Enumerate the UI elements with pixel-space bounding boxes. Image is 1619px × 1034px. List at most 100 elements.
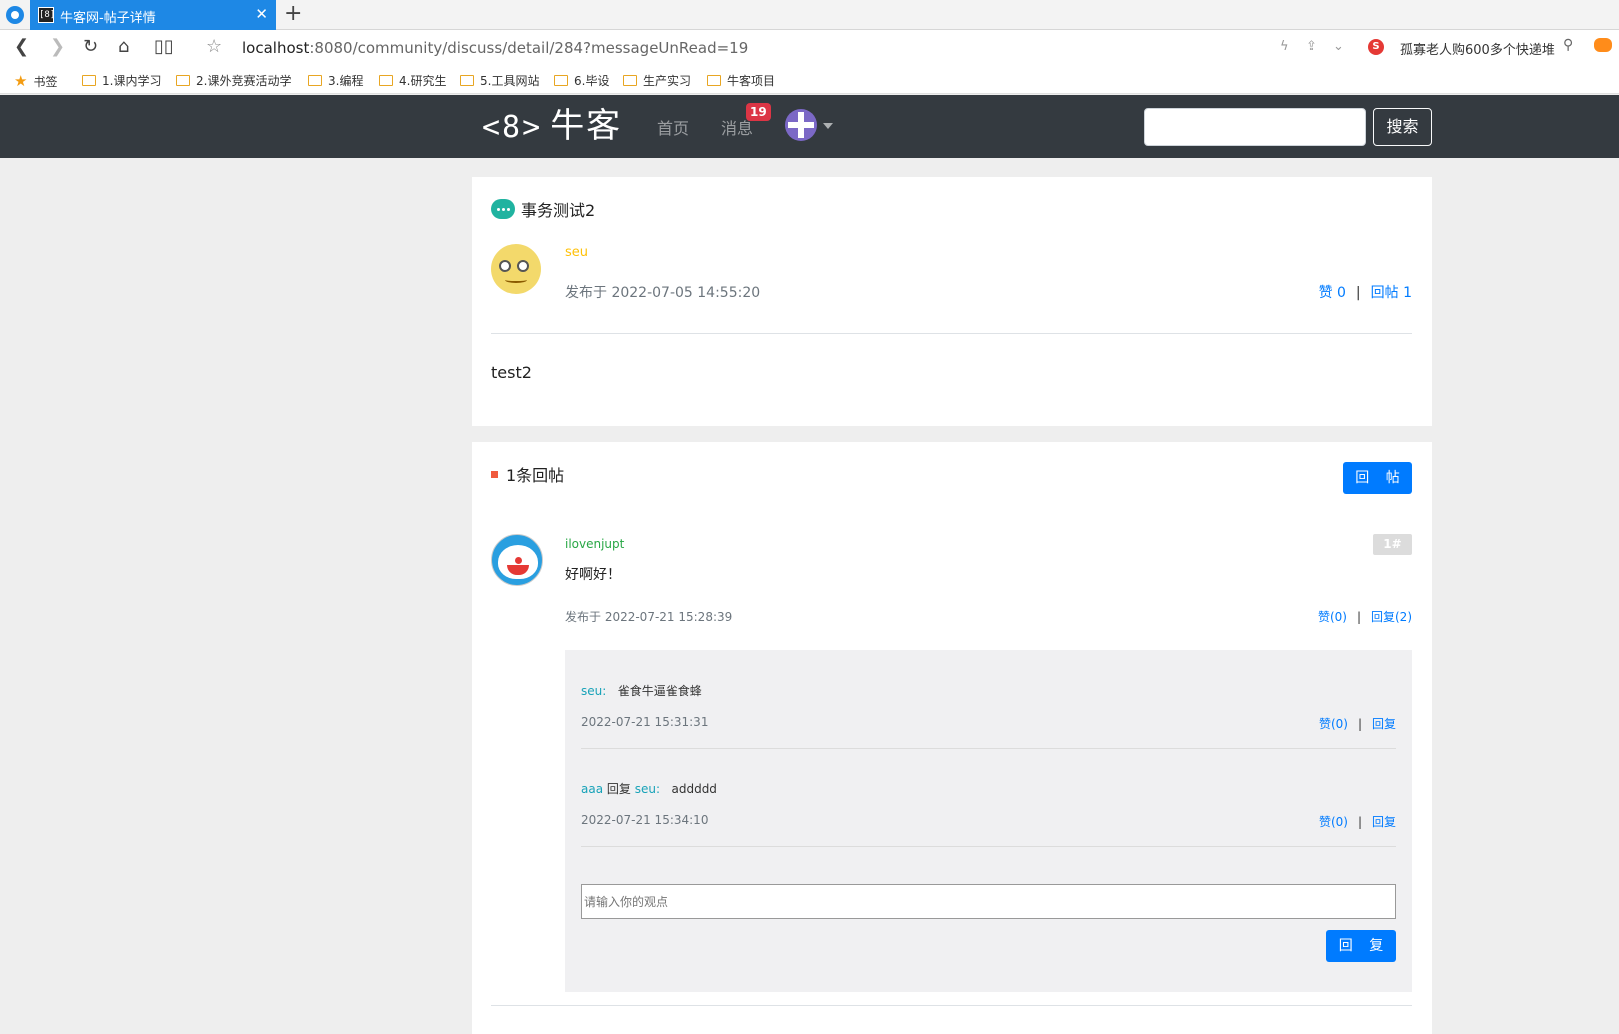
bookmark-folder[interactable]: 6.毕设: [554, 72, 609, 89]
forward-icon[interactable]: ❯: [50, 36, 65, 58]
tab-title: 牛客网-帖子详情: [60, 11, 156, 26]
floor-badge: 1#: [1373, 534, 1412, 555]
separator: |: [1356, 610, 1361, 624]
url-field[interactable]: localhost:8080/community/discuss/detail/…: [242, 39, 748, 57]
reply-word: 回复: [606, 782, 631, 796]
reply-text: addddd: [671, 782, 717, 796]
back-icon[interactable]: ❮: [14, 36, 29, 58]
divider: [491, 1005, 1412, 1006]
reply-like-link[interactable]: 赞(0): [1319, 815, 1348, 829]
reply-reply-link[interactable]: 回复: [1372, 717, 1396, 731]
post-like-link[interactable]: 赞 0: [1319, 285, 1346, 301]
folder-icon: [554, 75, 568, 86]
sogou-search-icon[interactable]: S: [1368, 39, 1384, 55]
new-tab-button[interactable]: +: [284, 2, 302, 26]
divider: [491, 333, 1412, 334]
post-time: 发布于 2022-07-05 14:55:20: [565, 285, 761, 301]
bookmarks-bar: ★ 书签 1.课内学习 2.课外竞赛活动学 3.编程 4.研究生 5.工具网站 6…: [0, 66, 1619, 94]
reply-reply-link[interactable]: 回复: [1372, 815, 1396, 829]
star-icon: ★: [14, 72, 28, 90]
site-navbar: <8> 牛客 首页 消息 19 搜索: [0, 95, 1619, 158]
bookmark-folder[interactable]: 1.课内学习: [82, 72, 161, 89]
reading-mode-icon[interactable]: ▯▯: [154, 36, 174, 58]
post-reply-count-link[interactable]: 回帖 1: [1371, 285, 1412, 301]
caret-down-icon[interactable]: [823, 123, 833, 129]
nav-home-link[interactable]: 首页: [657, 115, 689, 139]
reply-input[interactable]: [581, 884, 1396, 919]
bookmark-folder[interactable]: 牛客项目: [707, 72, 775, 89]
browser-tab-bar: [8] 牛客网-帖子详情 ✕ +: [0, 0, 1619, 30]
chat-bubble-icon: [491, 199, 515, 219]
bookmark-star-icon[interactable]: ☆: [206, 36, 222, 58]
active-tab[interactable]: [8] 牛客网-帖子详情 ✕: [30, 0, 276, 30]
reply-list-box: seu: 雀食牛逼雀食蜂 2022-07-21 15:31:31 赞(0) | 回复…: [565, 650, 1412, 992]
replies-heading: 1条回帖: [491, 462, 564, 486]
folder-icon: [308, 75, 322, 86]
bookmark-folder[interactable]: 3.编程: [308, 72, 363, 89]
square-bullet-icon: [491, 471, 498, 478]
browser-logo-icon: [6, 6, 24, 24]
reply-user-link[interactable]: seu:: [581, 684, 606, 698]
game-controller-icon[interactable]: [1594, 38, 1612, 52]
flash-icon[interactable]: ϟ: [1280, 39, 1289, 54]
folder-icon: [82, 75, 96, 86]
reply-like-link[interactable]: 赞(0): [1319, 717, 1348, 731]
comment-reply-link[interactable]: 回复(2): [1371, 610, 1412, 624]
user-avatar[interactable]: [785, 109, 817, 141]
reply-text: 雀食牛逼雀食蜂: [617, 684, 702, 698]
post-stats: 赞 0 | 回帖 1: [1319, 282, 1412, 302]
reply-target-link[interactable]: seu:: [635, 782, 660, 796]
divider: [581, 846, 1396, 847]
search-icon[interactable]: ⚲: [1563, 37, 1573, 53]
comment-like-link[interactable]: 赞(0): [1318, 610, 1347, 624]
reply-user-link[interactable]: aaa: [581, 782, 603, 796]
reply-time: 2022-07-21 15:34:10: [581, 813, 709, 827]
folder-icon: [176, 75, 190, 86]
commenter-avatar[interactable]: [491, 534, 543, 586]
bookmark-folder[interactable]: 5.工具网站: [460, 72, 539, 89]
news-ticker[interactable]: 孤寡老人购600多个快递堆: [1400, 39, 1555, 58]
comment-text: 好啊好！: [565, 567, 621, 583]
comment-time: 发布于 2022-07-21 15:28:39: [565, 610, 733, 624]
logo-text: 牛客: [550, 106, 623, 146]
folder-icon: [623, 75, 637, 86]
commenter-name-link[interactable]: ilovenjupt: [565, 537, 624, 551]
separator: |: [1357, 717, 1362, 731]
author-avatar[interactable]: [491, 244, 541, 294]
share-icon[interactable]: ⇪: [1306, 39, 1317, 54]
search-input[interactable]: [1144, 108, 1366, 146]
address-bar: ❮ ❯ ↻ ⌂ ▯▯ ☆ localhost:8080/community/di…: [0, 30, 1619, 66]
site-logo[interactable]: <8> 牛客: [482, 105, 622, 149]
author-name-link[interactable]: seu: [565, 245, 588, 260]
search-button[interactable]: 搜索: [1373, 108, 1432, 146]
reply-item: seu: 雀食牛逼雀食蜂: [581, 682, 702, 699]
reply-post-button[interactable]: 回 帖: [1343, 462, 1412, 494]
separator: |: [1355, 285, 1361, 301]
reply-time: 2022-07-21 15:31:31: [581, 715, 709, 729]
unread-badge: 19: [746, 103, 771, 121]
reply-stats: 赞(0) | 回复: [1319, 715, 1396, 732]
folder-icon: [707, 75, 721, 86]
refresh-icon[interactable]: ↻: [83, 36, 98, 58]
reply-stats: 赞(0) | 回复: [1319, 813, 1396, 830]
home-icon[interactable]: ⌂: [118, 36, 129, 58]
folder-icon: [379, 75, 393, 86]
bookmark-folder[interactable]: 4.研究生: [379, 72, 446, 89]
bookmark-root[interactable]: ★ 书签: [14, 72, 57, 90]
post-card: 事务测试2 seu 发布于 2022-07-05 14:55:20 赞 0 | 回帖…: [472, 177, 1432, 426]
divider: [581, 748, 1396, 749]
tab-favicon-icon: [8]: [38, 7, 55, 23]
post-title: 事务测试2: [521, 201, 596, 220]
logo-mark: <8>: [482, 110, 543, 145]
comment-stats: 赞(0) | 回复(2): [1318, 608, 1412, 625]
post-content: test2: [491, 363, 532, 382]
chevron-down-icon[interactable]: ⌄: [1333, 39, 1344, 54]
bookmark-folder[interactable]: 2.课外竞赛活动学: [176, 72, 291, 89]
folder-icon: [460, 75, 474, 86]
tab-close-icon[interactable]: ✕: [255, 5, 268, 23]
reply-item: aaa 回复 seu: addddd: [581, 780, 717, 797]
comments-card: 1条回帖 回 帖 ilovenjupt 1# 好啊好！ 发布于 2022-07-…: [472, 442, 1432, 1034]
separator: |: [1357, 815, 1362, 829]
reply-submit-button[interactable]: 回 复: [1326, 930, 1396, 962]
bookmark-folder[interactable]: 生产实习: [623, 72, 691, 89]
